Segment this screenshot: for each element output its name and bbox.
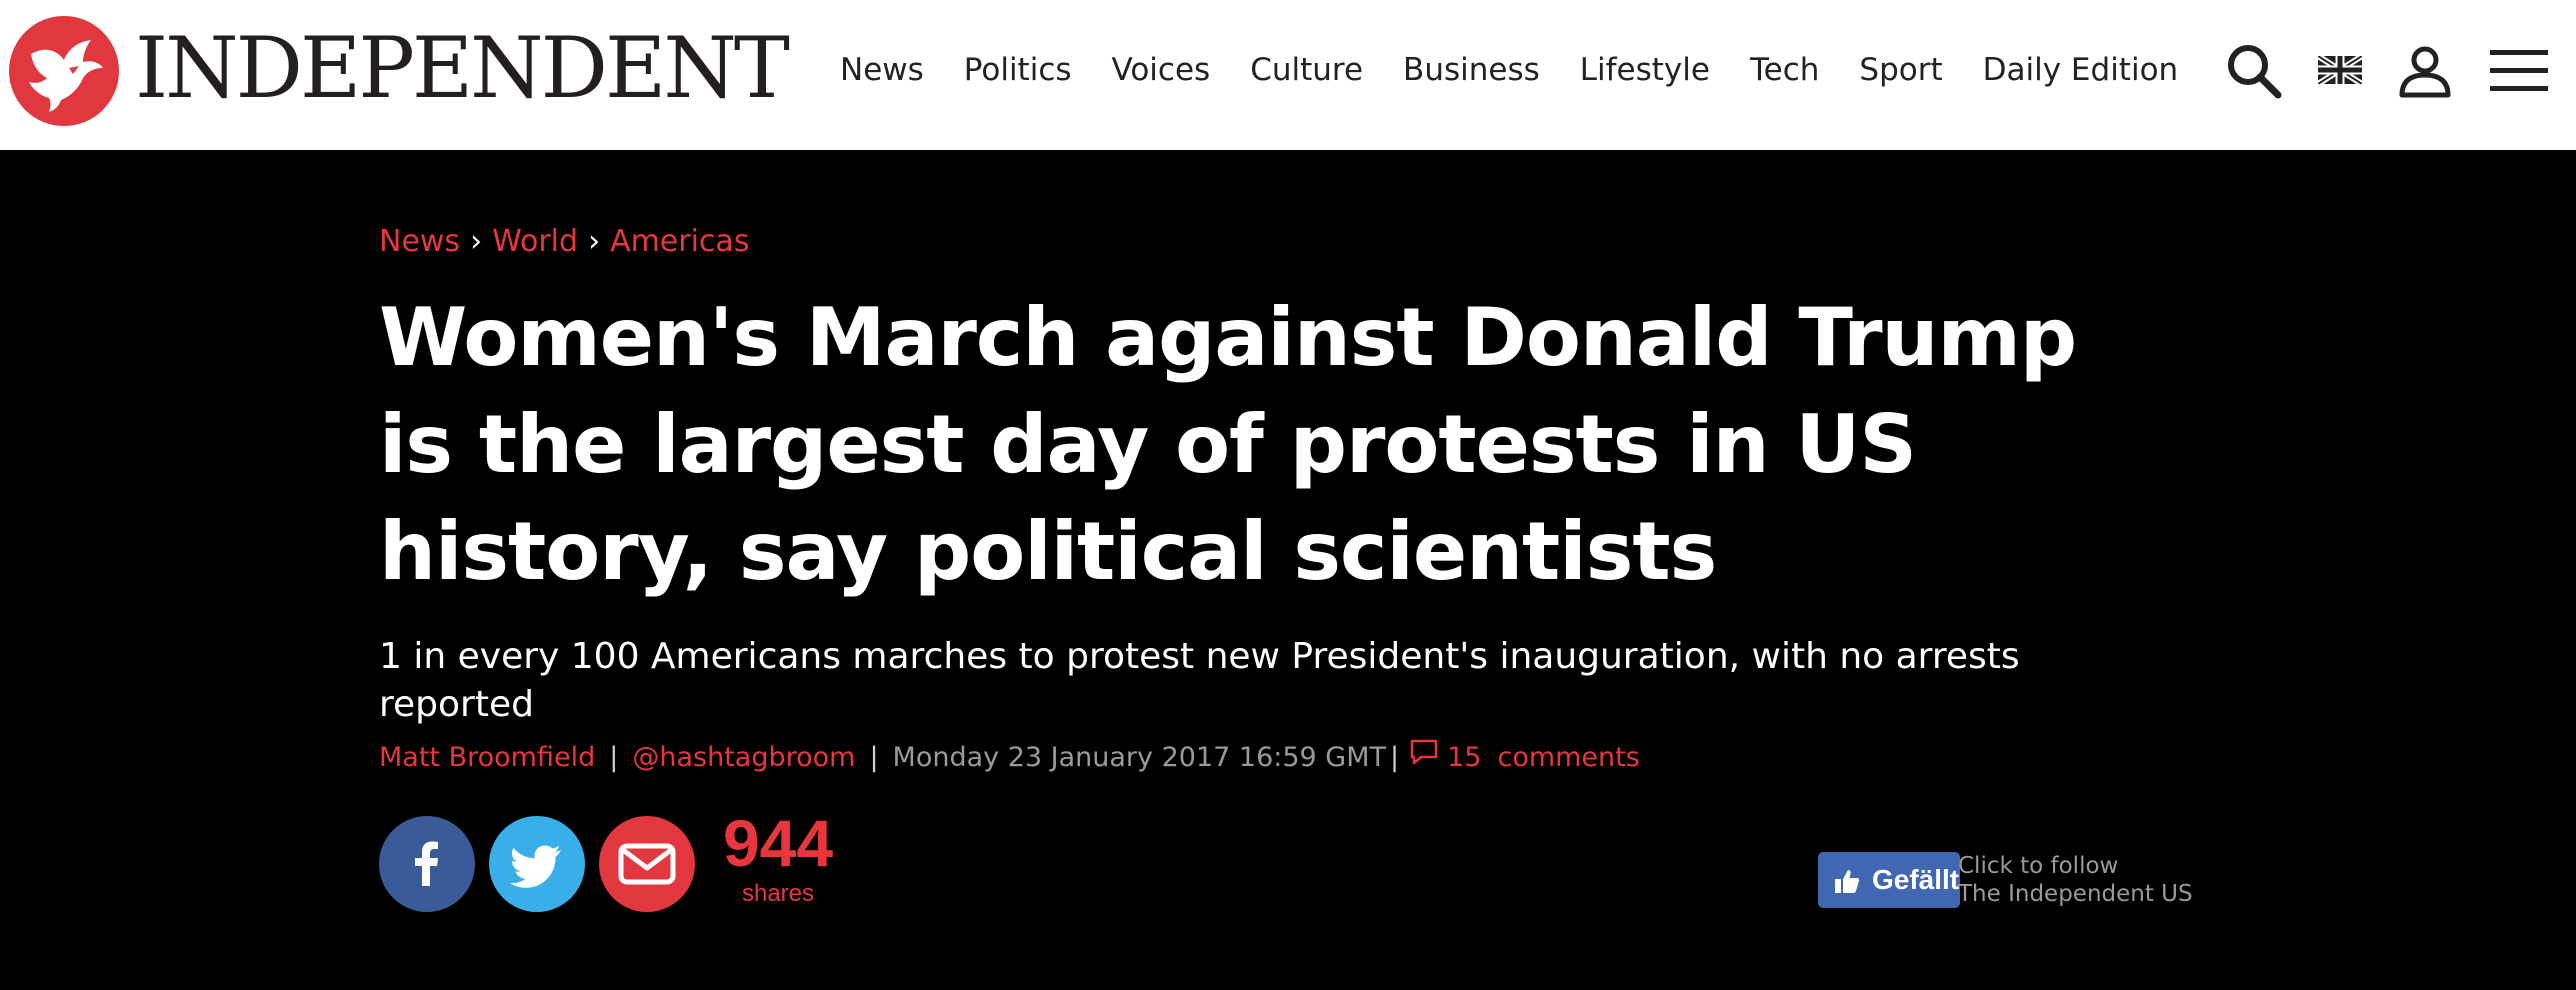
- facebook-like-button[interactable]: Gefällt: [1818, 852, 1960, 908]
- author-link[interactable]: Matt Broomfield: [379, 738, 595, 778]
- thumbs-up-icon: [1835, 870, 1860, 893]
- meta-divider: |: [869, 742, 879, 773]
- twitter-share-button[interactable]: [489, 816, 585, 912]
- breadcrumb-americas[interactable]: Americas: [610, 224, 749, 259]
- nav-item-voices[interactable]: Voices: [1112, 52, 1211, 88]
- facebook-share-button[interactable]: [379, 816, 475, 912]
- breadcrumb-separator: ›: [588, 224, 601, 259]
- nav-item-tech[interactable]: Tech: [1750, 52, 1819, 88]
- menu-icon[interactable]: [2490, 50, 2548, 92]
- nav-item-business[interactable]: Business: [1403, 52, 1540, 88]
- article-headline: Women's March against Donald Trump is th…: [379, 291, 2077, 598]
- nav-item-news[interactable]: News: [840, 52, 924, 88]
- site-header: INDEPENDENT News Politics Voices Culture…: [0, 0, 2576, 150]
- article-meta: Matt Broomfield | @hashtagbroom | Monday…: [379, 738, 1640, 778]
- follow-caption: Click to follow The Independent US: [1958, 852, 2193, 908]
- nav-item-daily-edition[interactable]: Daily Edition: [1983, 52, 2179, 88]
- search-icon[interactable]: [2225, 42, 2283, 100]
- nav-item-sport[interactable]: Sport: [1859, 52, 1942, 88]
- breadcrumb: News › World › Americas: [379, 220, 2159, 264]
- comments-link[interactable]: comments: [1497, 738, 1639, 778]
- comment-icon[interactable]: [1409, 738, 1439, 778]
- publish-date: Monday 23 January 2017 16:59 GMT: [892, 742, 1386, 773]
- email-share-button[interactable]: [599, 816, 695, 912]
- site-logo-text[interactable]: INDEPENDENT: [135, 18, 790, 118]
- main-nav: News Politics Voices Culture Business Li…: [840, 45, 2218, 95]
- follow-caption-line2: The Independent US: [1958, 881, 2193, 907]
- nav-item-lifestyle[interactable]: Lifestyle: [1580, 52, 1710, 88]
- facebook-icon: [415, 841, 438, 886]
- uk-flag-icon[interactable]: [2318, 56, 2362, 84]
- breadcrumb-separator: ›: [470, 224, 483, 259]
- breadcrumb-world[interactable]: World: [492, 224, 578, 259]
- meta-divider: |: [609, 742, 619, 773]
- user-icon[interactable]: [2398, 44, 2452, 98]
- meta-divider: |: [1390, 742, 1400, 773]
- like-button-label: Gefällt: [1872, 864, 1960, 895]
- nav-item-politics[interactable]: Politics: [964, 52, 1072, 88]
- twitter-icon: [509, 845, 561, 888]
- email-icon: [618, 843, 676, 885]
- author-twitter-link[interactable]: @hashtagbroom: [632, 738, 855, 778]
- follow-caption-line1: Click to follow: [1958, 853, 2119, 879]
- breadcrumb-news[interactable]: News: [379, 224, 460, 259]
- share-label: shares: [741, 880, 815, 907]
- share-count: 944: [722, 806, 834, 880]
- eagle-logo-icon[interactable]: [9, 16, 119, 126]
- article-standfirst: 1 in every 100 Americans marches to prot…: [379, 636, 2020, 725]
- comments-count[interactable]: 15: [1447, 738, 1481, 778]
- article-header: News › World › Americas Women's March agains…: [379, 220, 2159, 729]
- nav-item-culture[interactable]: Culture: [1250, 52, 1363, 88]
